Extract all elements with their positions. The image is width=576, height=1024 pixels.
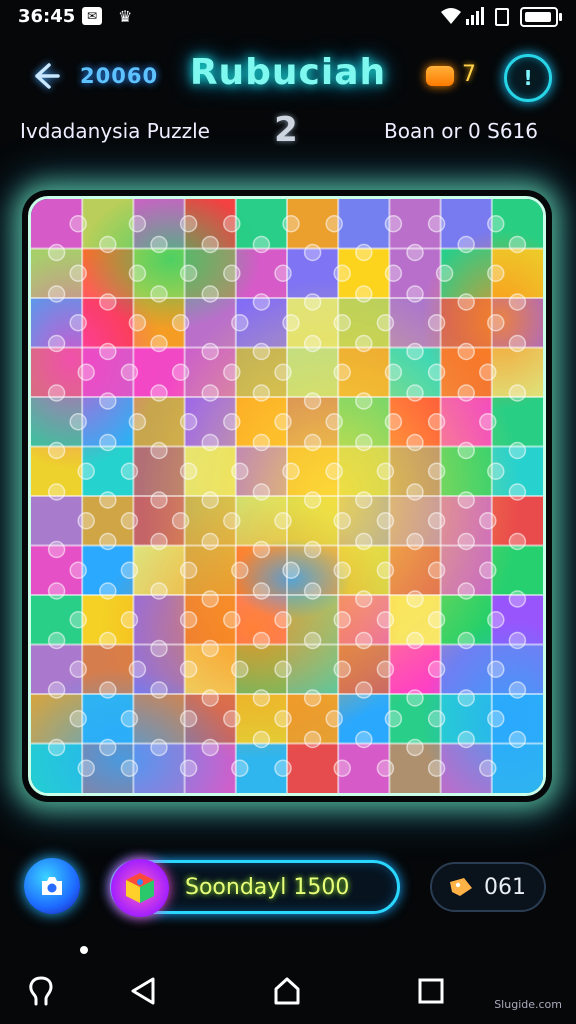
notification-icon: ✉ — [82, 7, 102, 25]
coin-count: 7 — [462, 62, 476, 87]
hint-button[interactable]: Soondayl 1500 — [110, 859, 400, 917]
moves-count: 061 — [484, 875, 526, 900]
puzzle-name: Ivdadanysia Puzzle — [20, 119, 210, 143]
coin-icon — [426, 66, 454, 86]
sim-icon — [495, 8, 509, 26]
camera-icon — [42, 877, 62, 895]
wifi-icon — [440, 7, 462, 29]
status-time: 36:45 — [18, 6, 76, 27]
nav-back-button[interactable] — [126, 974, 160, 1008]
tag-icon — [450, 878, 472, 896]
page-indicator-dot — [80, 946, 88, 954]
status-bar: 36:45 ✉ ♛ — [0, 0, 576, 34]
nav-home-button[interactable] — [270, 974, 304, 1008]
hint-label: Soondayl 1500 — [185, 875, 350, 900]
arrow-left-icon — [35, 63, 60, 89]
back-button[interactable] — [28, 58, 64, 94]
app-notification-icon: ♛ — [118, 7, 133, 26]
puzzle-piece[interactable] — [338, 199, 390, 249]
nav-recents-button[interactable] — [414, 974, 448, 1008]
cube-icon — [111, 859, 169, 917]
assistant-button[interactable] — [24, 974, 58, 1008]
signal-icon — [466, 7, 486, 29]
puzzle-board[interactable] — [28, 196, 546, 796]
moves-button[interactable]: 061 — [430, 862, 546, 912]
assistant-icon — [29, 976, 53, 1006]
battery-icon — [520, 7, 562, 27]
info-icon: ! — [523, 66, 533, 90]
info-button[interactable]: ! — [504, 54, 552, 102]
puzzle-pieces[interactable] — [31, 199, 543, 793]
camera-button[interactable] — [24, 858, 80, 914]
home-icon — [274, 977, 300, 1005]
level-number: 2 — [274, 110, 298, 150]
board-info: Boan or 0 S616 — [383, 119, 538, 143]
game-title: Rubuciah — [189, 52, 387, 93]
watermark: Slugide.com — [494, 998, 562, 1011]
triangle-back-icon — [131, 977, 155, 1005]
square-icon — [418, 978, 444, 1004]
score-counter: 20060 — [80, 64, 159, 88]
navigation-bar: Slugide.com — [0, 960, 576, 1024]
puzzle-piece[interactable] — [31, 496, 83, 546]
